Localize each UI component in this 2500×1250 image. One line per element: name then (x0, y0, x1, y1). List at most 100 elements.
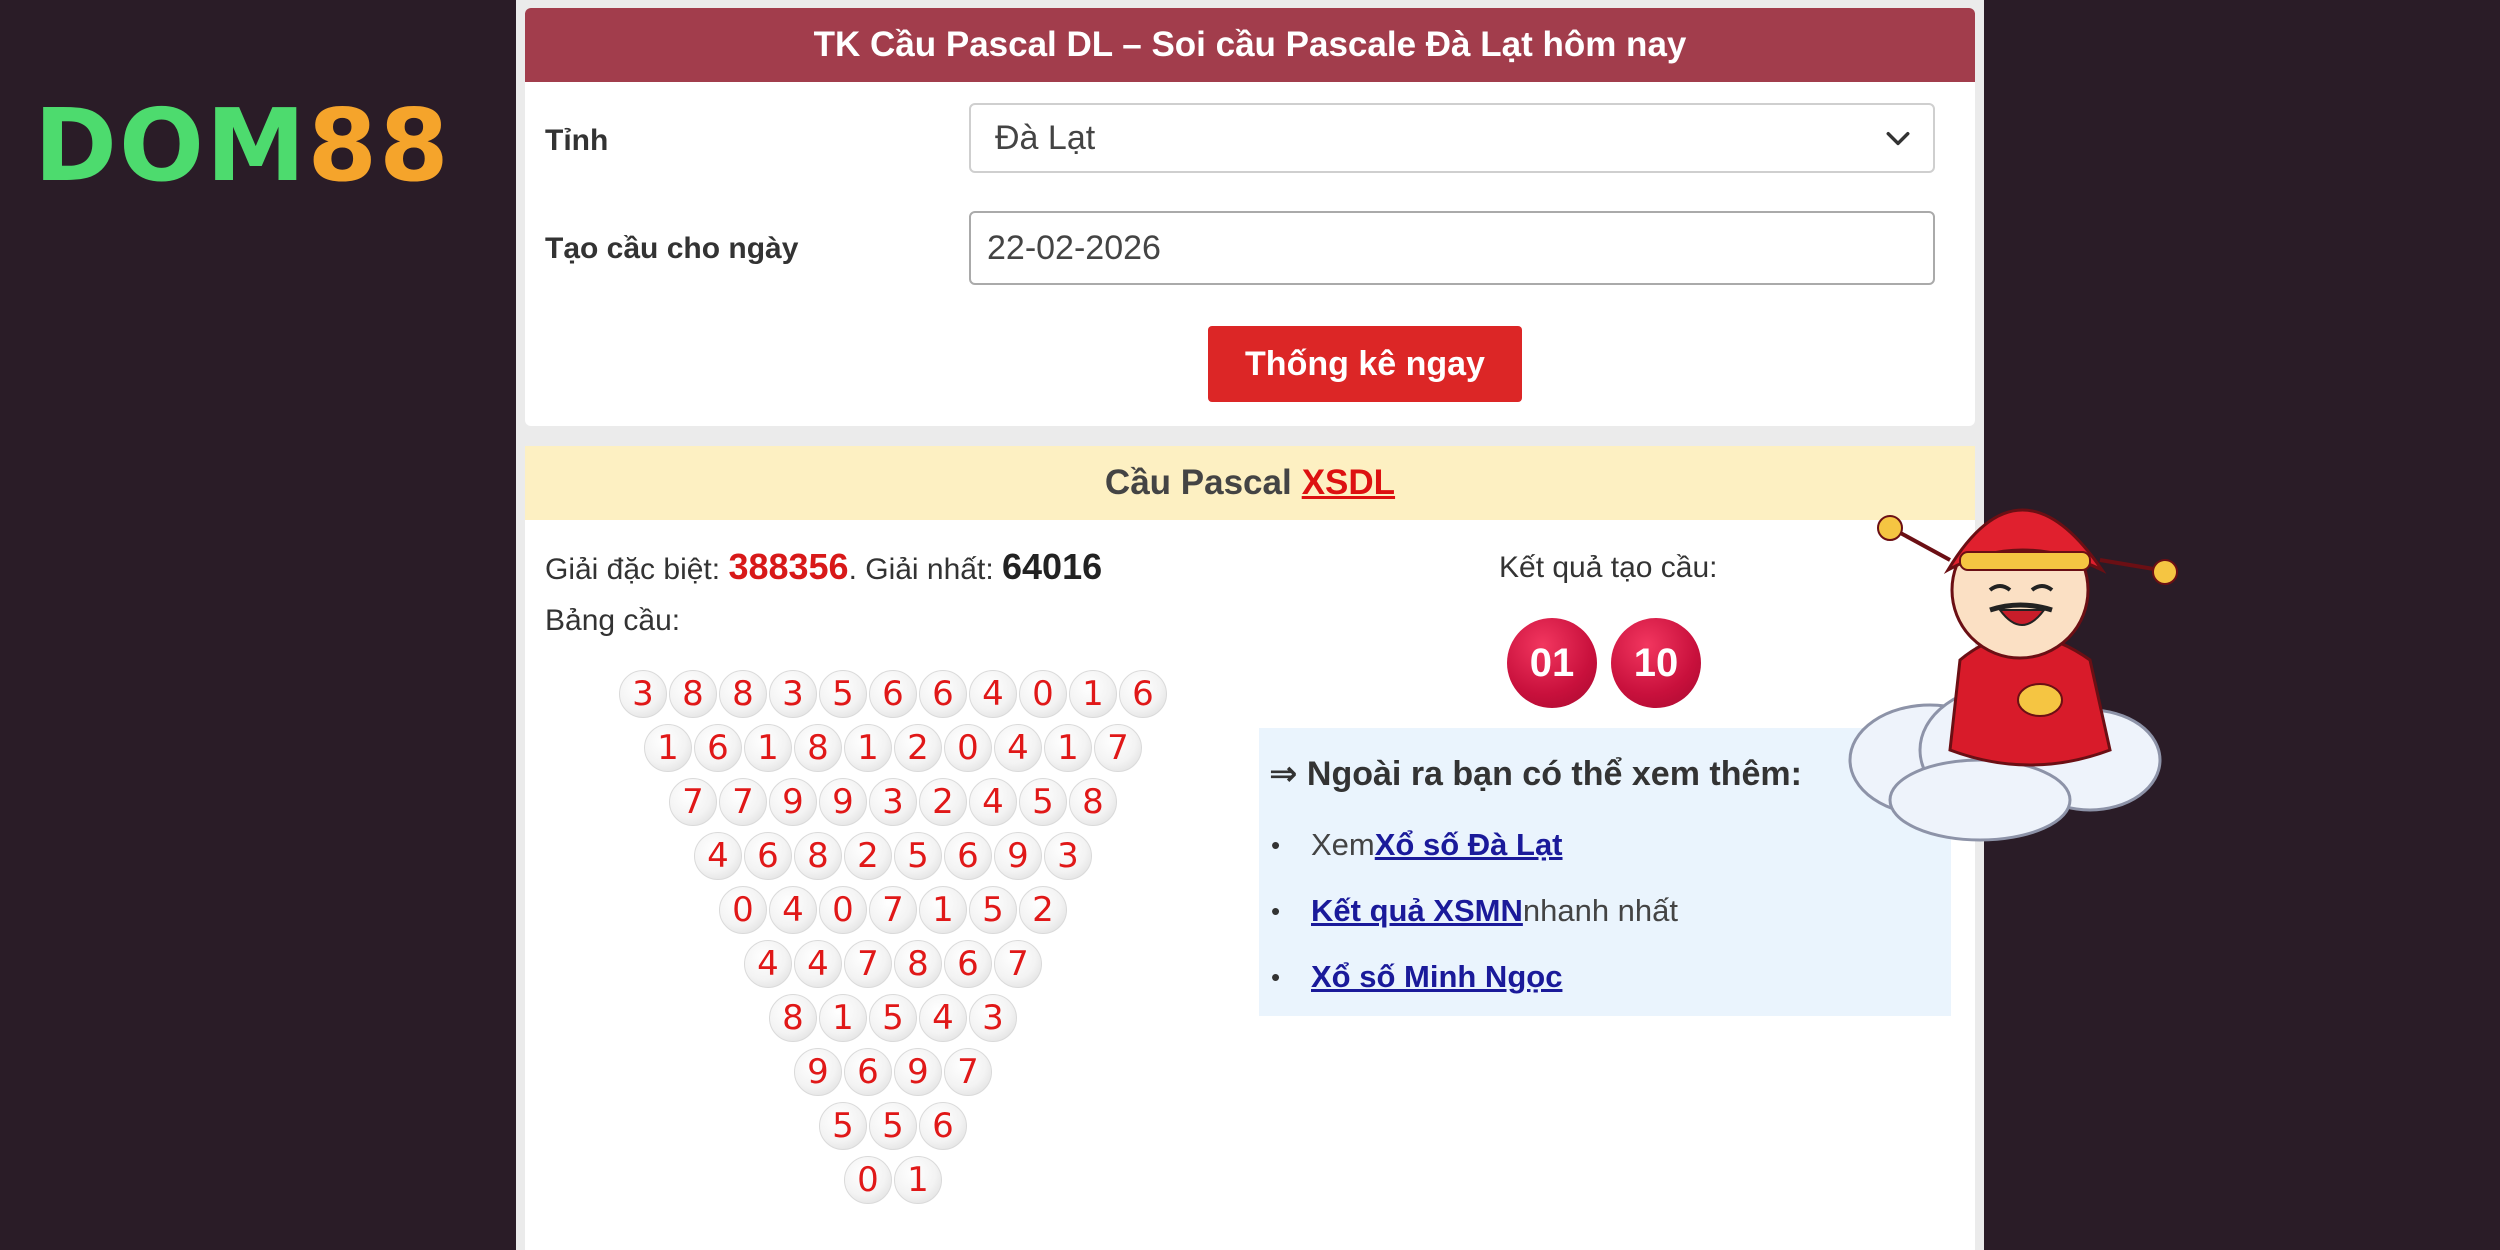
result-ball: 01 (1507, 618, 1597, 708)
pascal-result-card: Cầu Pascal XSDL Giải đặc biệt: 388356. G… (525, 446, 1975, 1250)
pascal-digit-ball: 5 (894, 832, 942, 880)
bullet-icon: • (1271, 829, 1281, 860)
pascal-digit-ball: 1 (644, 724, 692, 772)
result-ball: 10 (1611, 618, 1701, 708)
pascal-row: 9697 (525, 1048, 1261, 1102)
pascal-digit-ball: 4 (694, 832, 742, 880)
pascal-digit-ball: 0 (719, 886, 767, 934)
xsdl-link[interactable]: XSDL (1302, 463, 1395, 503)
see-more-title: ⇒ Ngoài ra bạn có thể xem thêm: (1269, 755, 1802, 793)
pascal-digit-ball: 6 (844, 1048, 892, 1096)
list-item: • Kết quả XSMN nhanh nhất (1271, 878, 1678, 944)
pascal-triangle: 3883566401616181204177799324584682569304… (525, 670, 1261, 1210)
pascal-digit-ball: 1 (919, 886, 967, 934)
pascal-digit-ball: 9 (819, 778, 867, 826)
form-title: TK Cầu Pascal DL – Soi cầu Pascale Đà Lạ… (525, 8, 1975, 82)
logo-dom-text: DOM (34, 87, 308, 204)
pascal-digit-ball: 8 (794, 832, 842, 880)
pascal-digit-ball: 1 (1069, 670, 1117, 718)
chevron-down-icon (1886, 131, 1910, 146)
list-item-suffix: nhanh nhất (1522, 893, 1679, 928)
pascal-digit-ball: 9 (769, 778, 817, 826)
pascal-digit-ball: 9 (894, 1048, 942, 1096)
see-more-list: • Xem Xổ số Đà Lạt • Kết quả XSMN nhanh … (1271, 812, 1678, 1010)
pascal-row: 0407152 (525, 886, 1261, 940)
result-label: Kết quả tạo cầu: (1499, 551, 1718, 584)
pascal-digit-ball: 3 (869, 778, 917, 826)
pascal-row: 46825693 (525, 832, 1261, 886)
pascal-digit-ball: 3 (1044, 832, 1092, 880)
pascal-digit-ball: 1 (819, 994, 867, 1042)
pascal-digit-ball: 6 (944, 832, 992, 880)
pascal-form-card: TK Cầu Pascal DL – Soi cầu Pascale Đà Lạ… (525, 8, 1975, 426)
pascal-digit-ball: 4 (994, 724, 1042, 772)
pascal-digit-ball: 1 (844, 724, 892, 772)
date-input[interactable] (969, 211, 1935, 285)
board-label: Bảng cầu: (545, 604, 681, 637)
pascal-digit-ball: 8 (794, 724, 842, 772)
pascal-digit-ball: 6 (944, 940, 992, 988)
pascal-digit-ball: 5 (1019, 778, 1067, 826)
pascal-digit-ball: 8 (769, 994, 817, 1042)
pascal-digit-ball: 4 (969, 778, 1017, 826)
list-item: • Xổ số Minh Ngọc (1271, 944, 1678, 1010)
pascal-digit-ball: 7 (944, 1048, 992, 1096)
prize-line: Giải đặc biệt: 388356. Giải nhất: 64016 (545, 546, 1102, 588)
pascal-digit-ball: 8 (669, 670, 717, 718)
pascal-digit-ball: 5 (819, 670, 867, 718)
pascal-digit-ball: 3 (619, 670, 667, 718)
pascal-digit-ball: 4 (794, 940, 842, 988)
pascal-digit-ball: 5 (969, 886, 1017, 934)
first-prize-label: . Giải nhất: (848, 553, 1002, 586)
pascal-row: 447867 (525, 940, 1261, 994)
bullet-icon: • (1271, 961, 1281, 992)
result-balls: 01 10 (1507, 618, 1701, 708)
pascal-row: 556 (525, 1102, 1261, 1156)
pascal-digit-ball: 6 (694, 724, 742, 772)
pascal-digit-ball: 1 (894, 1156, 942, 1204)
province-label: Tỉnh (545, 124, 609, 157)
pascal-digit-ball: 2 (844, 832, 892, 880)
pascal-digit-ball: 1 (744, 724, 792, 772)
pascal-digit-ball: 6 (919, 1102, 967, 1150)
province-select[interactable]: Đà Lạt (969, 103, 1935, 173)
xoso-dalat-link[interactable]: Xổ số Đà Lạt (1375, 827, 1563, 863)
pascal-digit-ball: 6 (744, 832, 792, 880)
pascal-row: 38835664016 (525, 670, 1261, 724)
pascal-digit-ball: 9 (794, 1048, 842, 1096)
pascal-digit-ball: 7 (869, 886, 917, 934)
pascal-digit-ball: 2 (1019, 886, 1067, 934)
dom88-logo: DOM88 (34, 96, 451, 196)
main-panel: TK Cầu Pascal DL – Soi cầu Pascale Đà Lạ… (516, 0, 1984, 1250)
pascal-digit-ball: 9 (994, 832, 1042, 880)
pascal-digit-ball: 0 (819, 886, 867, 934)
pascal-digit-ball: 6 (919, 670, 967, 718)
pascal-digit-ball: 4 (919, 994, 967, 1042)
list-item-prefix: Xem (1311, 827, 1375, 862)
special-prize-label: Giải đặc biệt: (545, 553, 729, 586)
xoso-minhngoc-link[interactable]: Xổ số Minh Ngọc (1311, 959, 1562, 995)
result-title-text: Cầu Pascal (1104, 463, 1292, 502)
mascot-god-of-wealth-image (1848, 508, 2178, 842)
pascal-digit-ball: 3 (769, 670, 817, 718)
pascal-digit-ball: 8 (719, 670, 767, 718)
pascal-digit-ball: 4 (769, 886, 817, 934)
list-item: • Xem Xổ số Đà Lạt (1271, 812, 1678, 878)
pascal-digit-ball: 0 (844, 1156, 892, 1204)
pascal-digit-ball: 5 (869, 994, 917, 1042)
submit-stats-button[interactable]: Thống kê ngay (1208, 326, 1522, 402)
pascal-digit-ball: 7 (994, 940, 1042, 988)
logo-88-text: 88 (307, 87, 451, 204)
pascal-digit-ball: 2 (894, 724, 942, 772)
pascal-digit-ball: 4 (969, 670, 1017, 718)
pascal-digit-ball: 4 (744, 940, 792, 988)
pascal-digit-ball: 0 (944, 724, 992, 772)
result-title: Cầu Pascal XSDL (525, 446, 1975, 520)
xsmn-result-link[interactable]: Kết quả XSMN (1311, 893, 1523, 929)
pascal-digit-ball: 7 (1094, 724, 1142, 772)
pascal-digit-ball: 1 (1044, 724, 1092, 772)
pascal-digit-ball: 8 (1069, 778, 1117, 826)
pascal-digit-ball: 7 (719, 778, 767, 826)
pascal-digit-ball: 7 (669, 778, 717, 826)
pascal-digit-ball: 5 (819, 1102, 867, 1150)
